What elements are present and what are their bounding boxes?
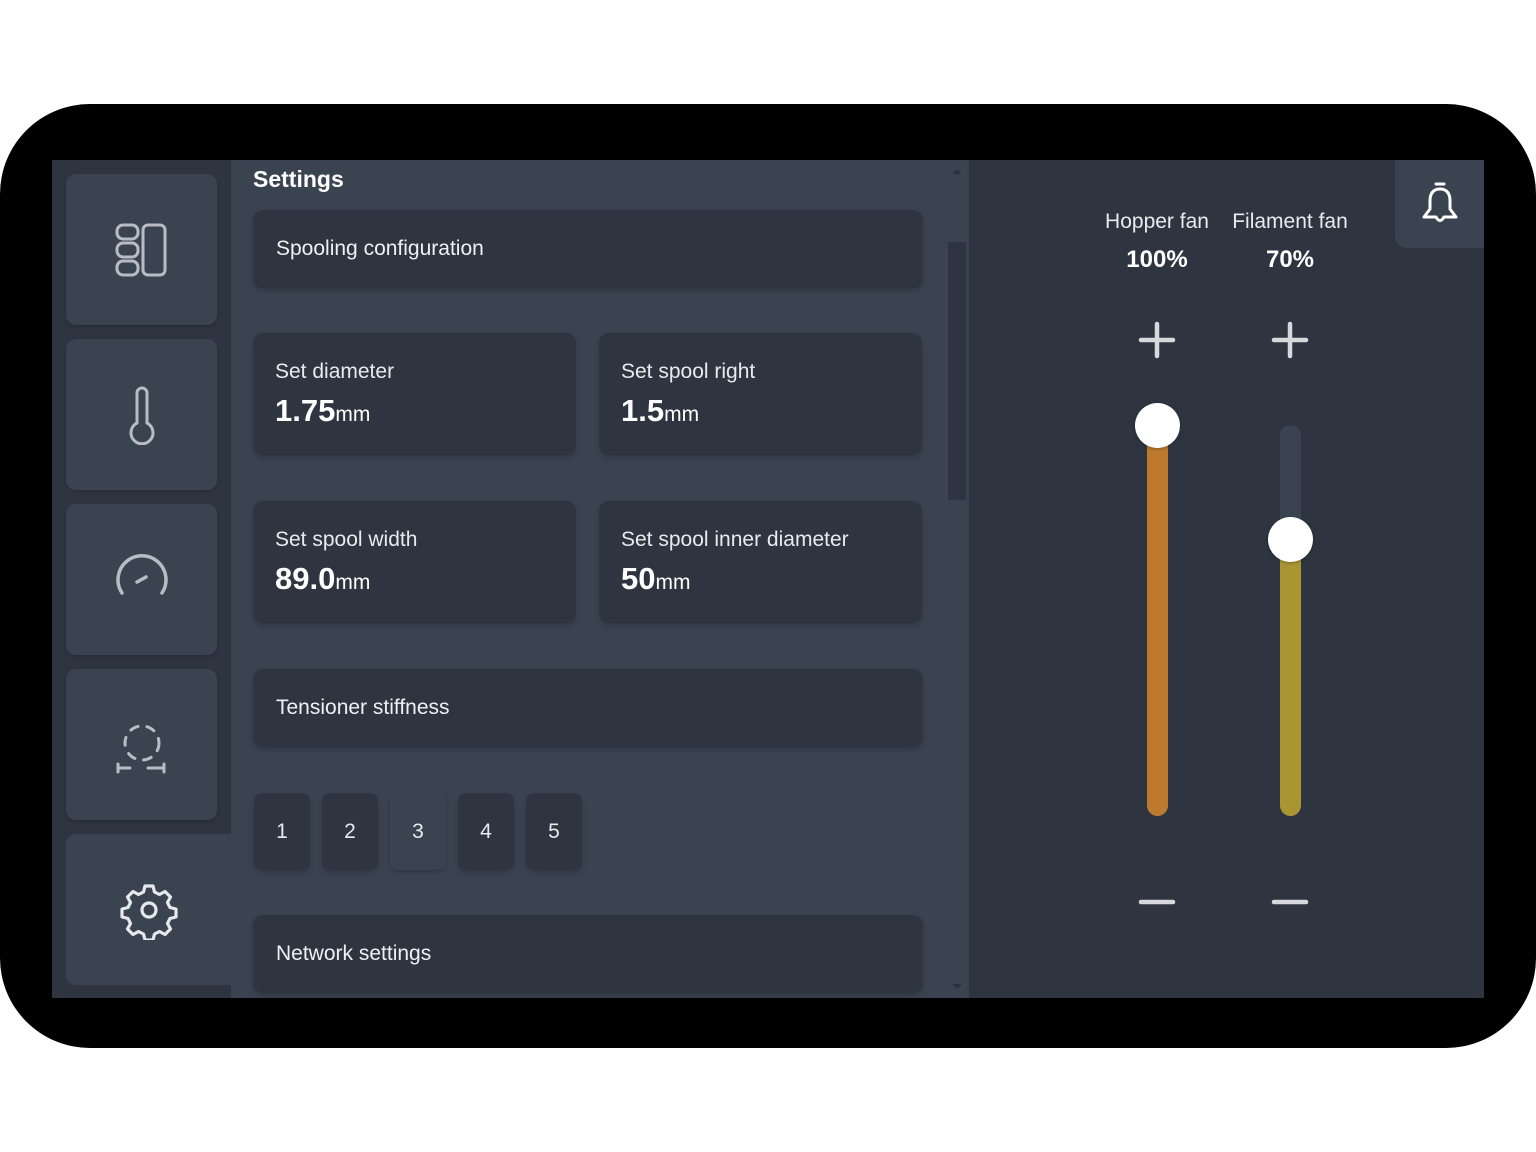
plus-icon[interactable] [1137,320,1177,360]
scroll-down-arrow-icon[interactable] [952,984,962,989]
bell-icon [1422,182,1457,222]
fan-slider-thumb[interactable] [1135,403,1180,448]
sidebar-item-temperature[interactable] [66,339,217,490]
sidebar-item-speed[interactable] [66,504,217,655]
minus-icon[interactable] [1270,882,1310,922]
stiffness-option-4[interactable]: 4 [458,793,514,870]
spooling-configuration-header[interactable]: Spooling configuration [253,210,923,288]
value-unit: mm [335,571,371,594]
sidebar-item-settings[interactable] [66,834,231,985]
section-label: Network settings [276,942,432,965]
notifications-button[interactable] [1395,160,1484,248]
value-number: 50 [621,561,656,596]
stiffness-option-2[interactable]: 2 [322,793,378,870]
layout-panels-icon [115,223,166,276]
spool-dashed-icon [116,724,165,773]
value-unit: mm [655,571,691,594]
gear-icon [119,883,178,940]
section-label: Tensioner stiffness [276,696,450,719]
card-value: 1.75mm [275,393,370,429]
stiffness-option-5[interactable]: 5 [526,793,582,870]
set-spool-right-card[interactable]: Set spool right 1.5mm [599,333,922,455]
fan-value: 70% [1265,246,1315,273]
scroll-up-arrow-icon[interactable] [952,169,962,174]
sidebar-item-dashboard[interactable] [66,174,217,325]
value-number: 89.0 [275,561,336,596]
fan-value: 100% [1126,246,1188,273]
card-value: 1.5mm [621,393,699,429]
fan-slider-fill [1280,539,1301,816]
stiffness-option-1[interactable]: 1 [254,793,310,870]
plus-icon[interactable] [1270,320,1310,360]
hopper-fan-control: Hopper fan 100% [1092,160,1222,998]
settings-panel: Settings Spooling configuration Set diam… [231,160,969,998]
sidebar-nav [52,160,231,998]
value-unit: mm [664,403,700,426]
fan-control-panel: Hopper fan 100% Filament fan 70% [969,160,1484,998]
gauge-icon [115,553,168,595]
card-label: Set spool width [275,528,418,551]
sidebar-item-spool[interactable] [66,669,217,820]
fan-label: Hopper fan [1105,210,1209,233]
value-number: 1.5 [621,393,665,428]
scrollbar-thumb[interactable] [948,242,966,500]
section-label: Spooling configuration [276,237,484,260]
fan-slider-thumb[interactable] [1268,517,1313,562]
fan-slider-fill [1147,425,1168,816]
card-label: Set diameter [275,360,395,383]
set-spool-width-card[interactable]: Set spool width 89.0mm [253,501,576,623]
scrollbar[interactable] [948,160,969,998]
page-title: Settings [253,166,344,192]
set-spool-inner-diameter-card[interactable]: Set spool inner diameter 50mm [599,501,922,623]
fan-label: Filament fan [1232,210,1348,233]
card-label: Set spool right [621,360,756,383]
value-number: 1.75 [275,393,336,428]
card-value: 89.0mm [275,561,370,597]
network-settings-header[interactable]: Network settings [253,915,923,993]
fan-slider-track[interactable] [1135,403,1180,816]
minus-icon[interactable] [1137,882,1177,922]
filament-fan-control: Filament fan 70% [1225,160,1355,998]
stiffness-option-3[interactable]: 3 [390,793,446,870]
fan-slider-track[interactable] [1268,425,1313,816]
thermometer-icon [129,386,154,445]
set-diameter-card[interactable]: Set diameter 1.75mm [253,333,576,455]
value-unit: mm [335,403,371,426]
card-label: Set spool inner diameter [621,528,849,551]
tensioner-stiffness-header[interactable]: Tensioner stiffness [253,669,923,747]
screen: Settings Spooling configuration Set diam… [52,160,1484,998]
card-value: 50mm [621,561,690,597]
